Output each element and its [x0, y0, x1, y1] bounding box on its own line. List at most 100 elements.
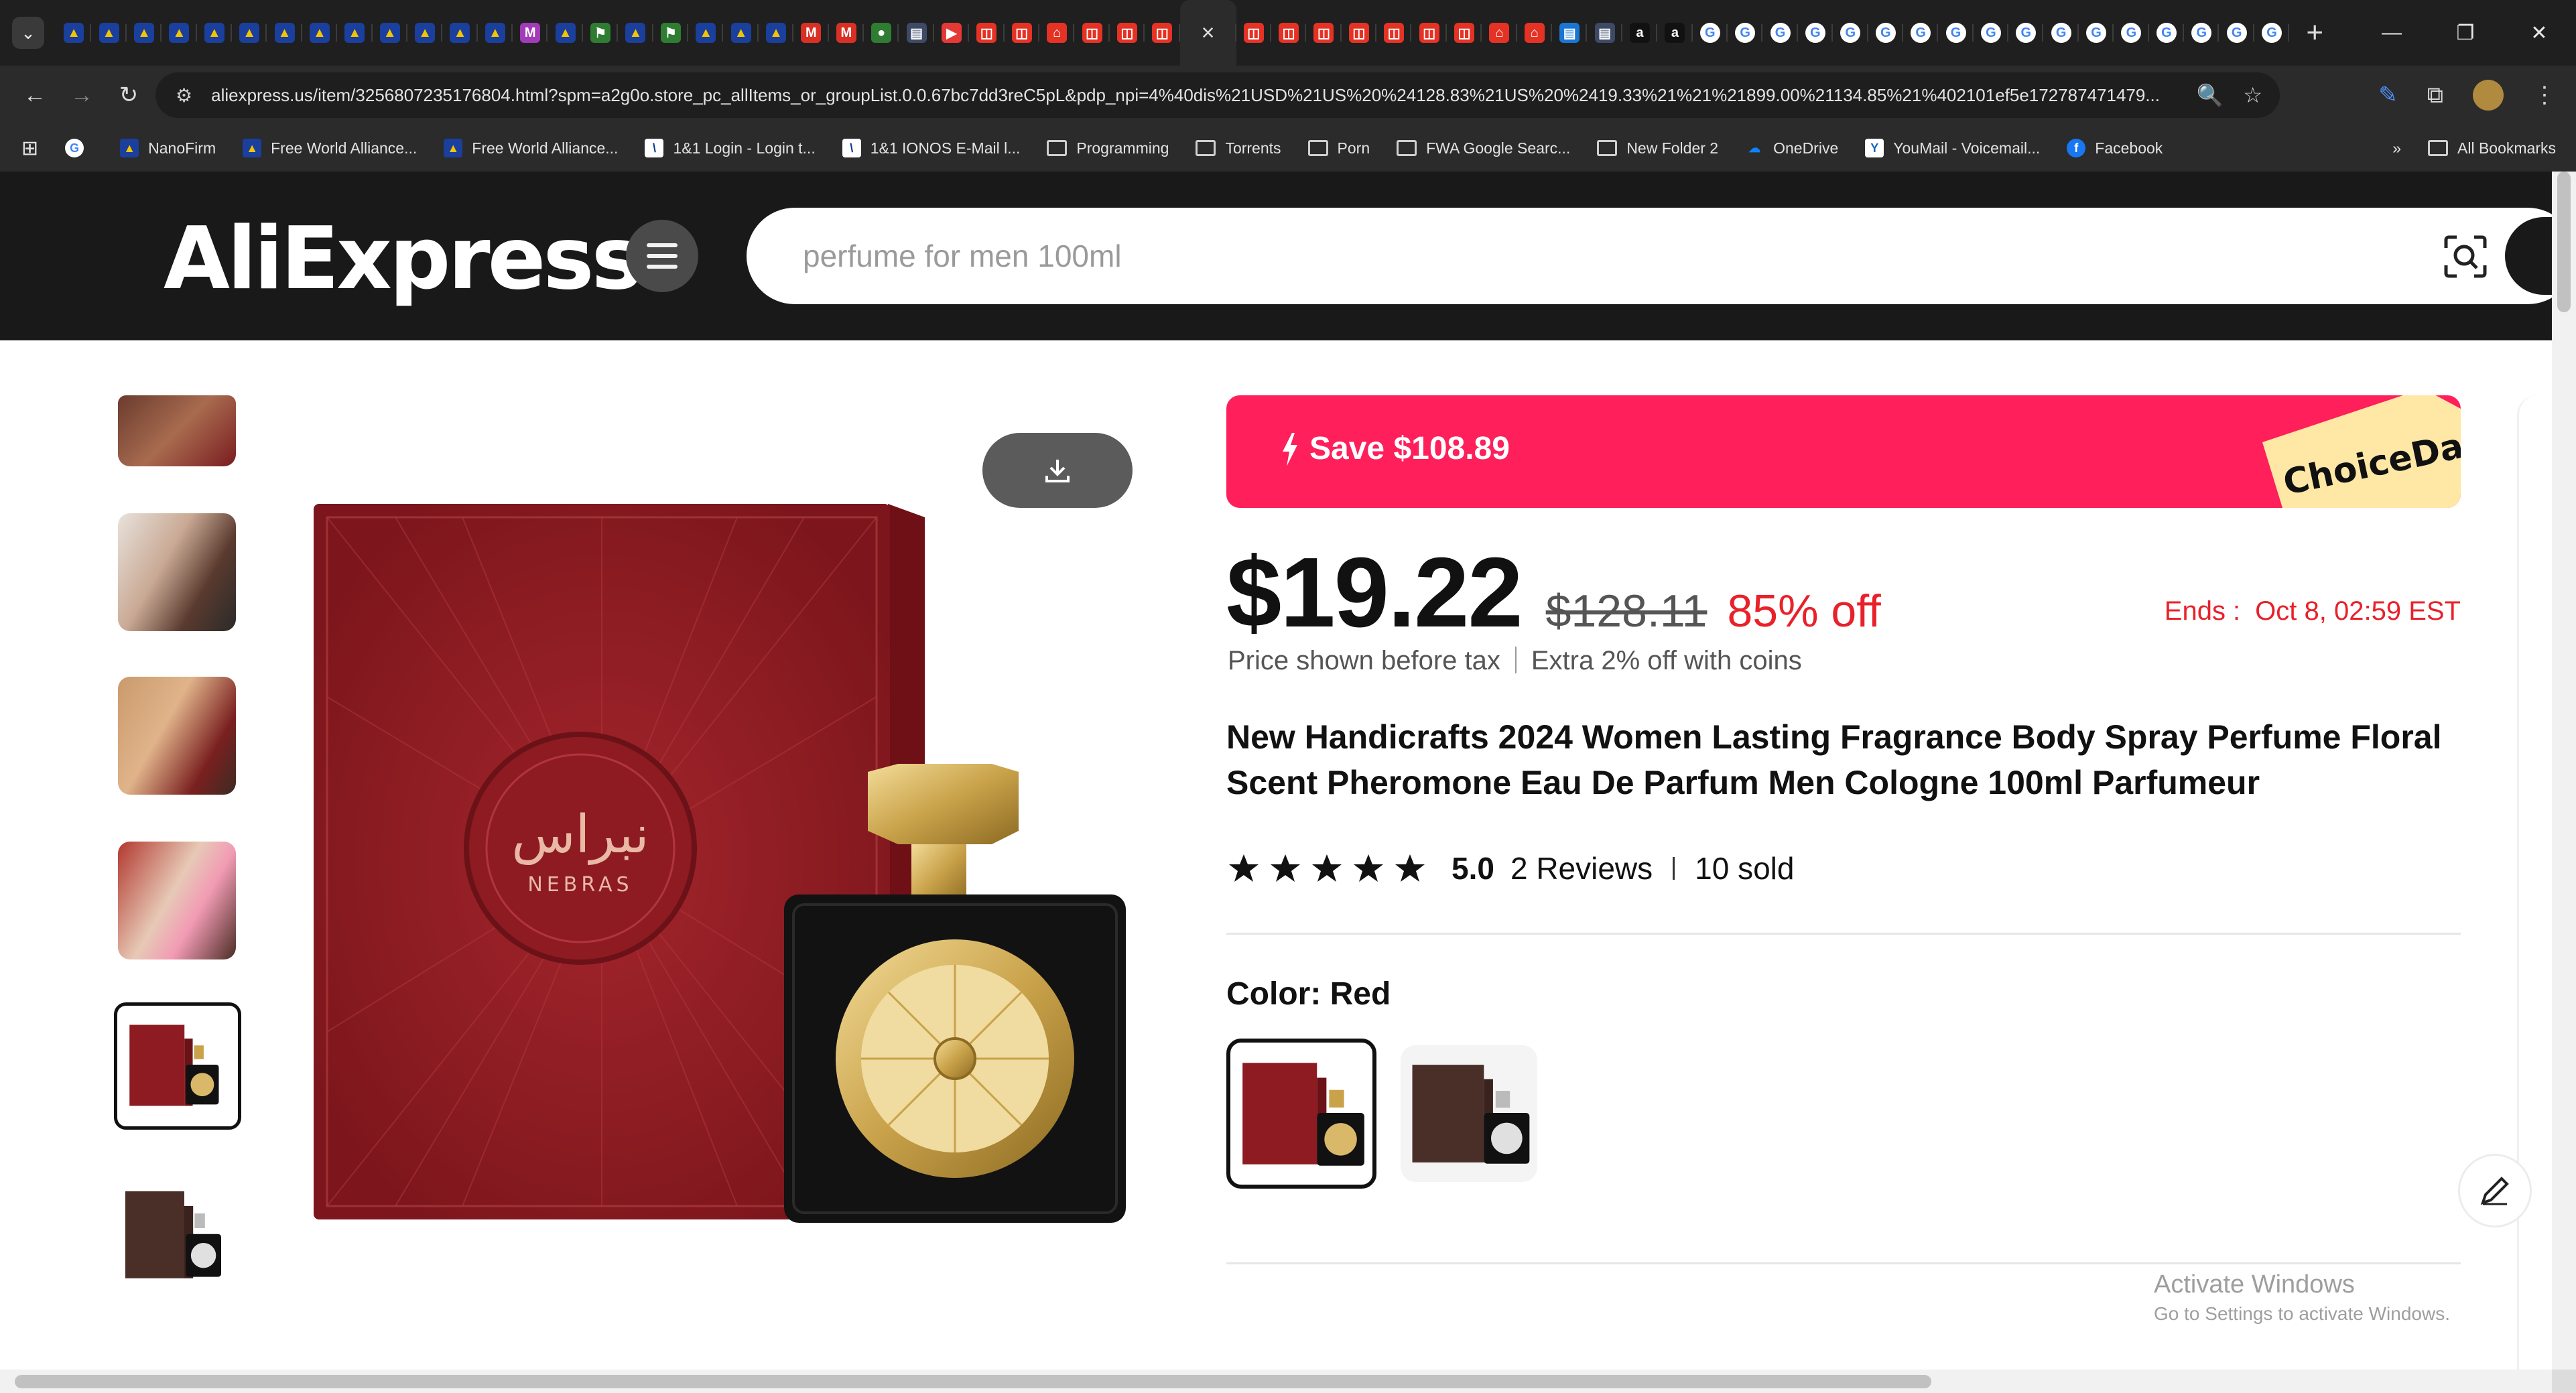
thumbnail-3[interactable] [118, 677, 236, 795]
google-bookmark-icon[interactable]: G [65, 139, 93, 157]
close-tab-icon[interactable]: × [1202, 20, 1215, 46]
tab-after-28[interactable]: G [2219, 0, 2255, 66]
bookmark-8[interactable]: FWA Google Searc... [1397, 139, 1570, 157]
tab-search-chevron-icon[interactable]: ⌄ [12, 17, 44, 49]
tab-31[interactable]: ◫ [1145, 0, 1180, 66]
tab-0[interactable]: ▲ [56, 0, 92, 66]
tab-after-26[interactable]: G [2149, 0, 2185, 66]
main-product-image[interactable]: نبراس NEBRAS [295, 429, 1139, 1253]
pen-extension-icon[interactable]: ✎ [2378, 82, 2398, 109]
apps-grid-icon[interactable]: ⊞ [21, 137, 38, 160]
search-input[interactable] [803, 232, 2344, 280]
tab-after-18[interactable]: G [1868, 0, 1904, 66]
tab-after-3[interactable]: ◫ [1342, 0, 1377, 66]
tab-11[interactable]: ▲ [442, 0, 478, 66]
tab-after-1[interactable]: ◫ [1271, 0, 1307, 66]
tab-26[interactable]: ◫ [969, 0, 1005, 66]
tab-after-23[interactable]: G [2043, 0, 2079, 66]
tab-after-15[interactable]: G [1762, 0, 1799, 66]
thumbnail-2[interactable] [118, 513, 236, 631]
tab-7[interactable]: ▲ [302, 0, 338, 66]
tab-after-9[interactable]: ▤ [1552, 0, 1588, 66]
tab-8[interactable]: ▲ [337, 0, 373, 66]
tab-after-4[interactable]: ◫ [1376, 0, 1412, 66]
tab-29[interactable]: ◫ [1074, 0, 1110, 66]
url-text[interactable]: aliexpress.us/item/3256807235176804.html… [211, 85, 2195, 106]
thumbnail-6[interactable] [118, 1177, 236, 1295]
tab-after-22[interactable]: G [2008, 0, 2044, 66]
all-bookmarks-button[interactable]: All Bookmarks [2428, 139, 2556, 157]
reviews-link[interactable]: 2 Reviews [1510, 850, 1653, 886]
site-info-icon[interactable]: ⚙ [176, 84, 192, 107]
tab-18[interactable]: ▲ [688, 0, 724, 66]
tab-after-0[interactable]: ◫ [1236, 0, 1272, 66]
address-bar[interactable]: ⚙ aliexpress.us/item/3256807235176804.ht… [155, 72, 2280, 118]
color-swatch-red[interactable] [1226, 1039, 1376, 1189]
forward-button[interactable]: → [60, 74, 103, 117]
bookmark-6[interactable]: Torrents [1196, 139, 1281, 157]
bookmark-0[interactable]: ▲ NanoFirm [120, 139, 216, 157]
tab-9[interactable]: ▲ [373, 0, 408, 66]
browser-menu-icon[interactable]: ⋮ [2533, 82, 2556, 109]
tab-after-2[interactable]: ◫ [1306, 0, 1342, 66]
bookmark-star-icon[interactable]: ☆ [2243, 82, 2262, 108]
tab-after-8[interactable]: ⌂ [1517, 0, 1553, 66]
color-swatch-brown[interactable] [1401, 1045, 1537, 1182]
tab-1[interactable]: ▲ [91, 0, 127, 66]
tab-after-20[interactable]: G [1938, 0, 1974, 66]
tab-after-19[interactable]: G [1903, 0, 1939, 66]
tab-21[interactable]: M [793, 0, 829, 66]
tab-20[interactable]: ▲ [759, 0, 794, 66]
tab-after-10[interactable]: ▤ [1587, 0, 1623, 66]
extensions-puzzle-icon[interactable]: ⧉ [2427, 82, 2443, 109]
back-button[interactable]: ← [13, 74, 56, 117]
bookmark-7[interactable]: Porn [1307, 139, 1370, 157]
feedback-edit-button[interactable] [2458, 1154, 2532, 1228]
restore-icon[interactable]: ❐ [2429, 0, 2502, 66]
tab-after-5[interactable]: ◫ [1411, 0, 1447, 66]
tab-2[interactable]: ▲ [127, 0, 162, 66]
tab-16[interactable]: ▲ [618, 0, 654, 66]
active-tab[interactable]: × [1179, 0, 1236, 66]
vertical-scrollbar[interactable] [2552, 172, 2576, 1370]
new-tab-button[interactable]: + [2297, 15, 2332, 50]
profile-avatar[interactable] [2473, 80, 2504, 111]
tab-after-21[interactable]: G [1974, 0, 2009, 66]
tab-3[interactable]: ▲ [162, 0, 197, 66]
close-window-icon[interactable]: ✕ [2502, 0, 2576, 66]
tab-4[interactable]: ▲ [197, 0, 233, 66]
tab-27[interactable]: ◫ [1005, 0, 1040, 66]
tab-after-25[interactable]: G [2114, 0, 2150, 66]
category-menu-button[interactable] [626, 220, 698, 292]
tab-after-14[interactable]: G [1728, 0, 1763, 66]
aliexpress-logo[interactable]: AliExpress [164, 209, 643, 309]
image-search-icon[interactable] [2442, 233, 2489, 280]
tab-17[interactable]: ⚑ [653, 0, 689, 66]
tab-after-29[interactable]: G [2254, 0, 2290, 66]
tab-22[interactable]: M [829, 0, 864, 66]
bookmarks-overflow-icon[interactable]: » [2392, 139, 2401, 157]
tab-30[interactable]: ◫ [1110, 0, 1145, 66]
tab-after-12[interactable]: a [1657, 0, 1693, 66]
bookmark-9[interactable]: New Folder 2 [1597, 139, 1718, 157]
thumbnail-1[interactable] [118, 395, 236, 466]
coins-note[interactable]: Extra 2% off with coins [1531, 646, 1802, 675]
bookmark-5[interactable]: Programming [1047, 139, 1169, 157]
tab-after-27[interactable]: G [2184, 0, 2219, 66]
tab-after-24[interactable]: G [2079, 0, 2114, 66]
tab-after-13[interactable]: G [1693, 0, 1728, 66]
tab-after-6[interactable]: ◫ [1447, 0, 1482, 66]
tab-after-7[interactable]: ⌂ [1482, 0, 1518, 66]
tab-25[interactable]: ▶ [934, 0, 970, 66]
tab-23[interactable]: ● [864, 0, 899, 66]
tab-5[interactable]: ▲ [232, 0, 267, 66]
download-image-button[interactable] [982, 433, 1133, 508]
bookmark-10[interactable]: ☁ OneDrive [1745, 139, 1838, 157]
minimize-icon[interactable]: — [2355, 0, 2429, 66]
tab-6[interactable]: ▲ [267, 0, 303, 66]
tab-after-17[interactable]: G [1833, 0, 1868, 66]
tab-13[interactable]: M [513, 0, 548, 66]
zoom-icon[interactable]: 🔍 [2196, 82, 2223, 108]
thumbnail-5-selected[interactable] [114, 1002, 241, 1130]
bookmark-4[interactable]: \ 1&1 IONOS E-Mail l... [842, 139, 1020, 157]
